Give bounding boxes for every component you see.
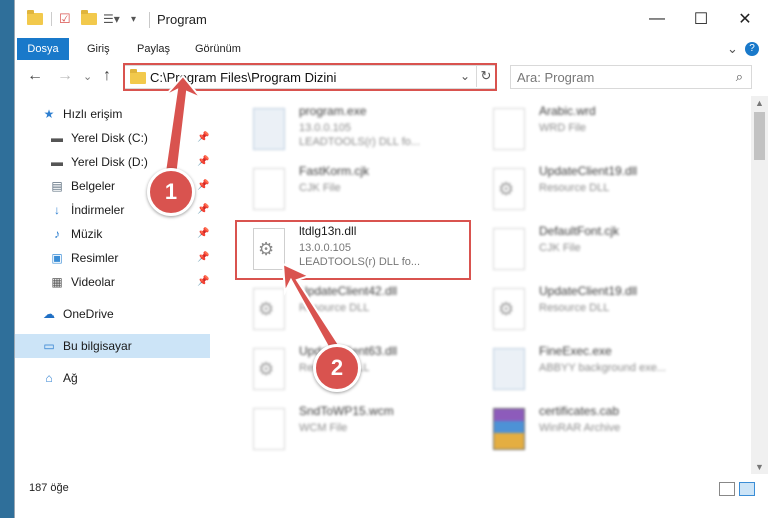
step-badge-1: 1: [147, 168, 195, 216]
annotation-arrows: [163, 74, 343, 354]
step-badge-2: 2: [313, 344, 361, 392]
arrow-to-file: [281, 262, 343, 354]
arrow-to-address: [163, 74, 202, 178]
explorer-window: ☑ ☰▾ ▾ Program — ☐ ✕ Dosya Giriş Paylaş …: [14, 0, 769, 518]
